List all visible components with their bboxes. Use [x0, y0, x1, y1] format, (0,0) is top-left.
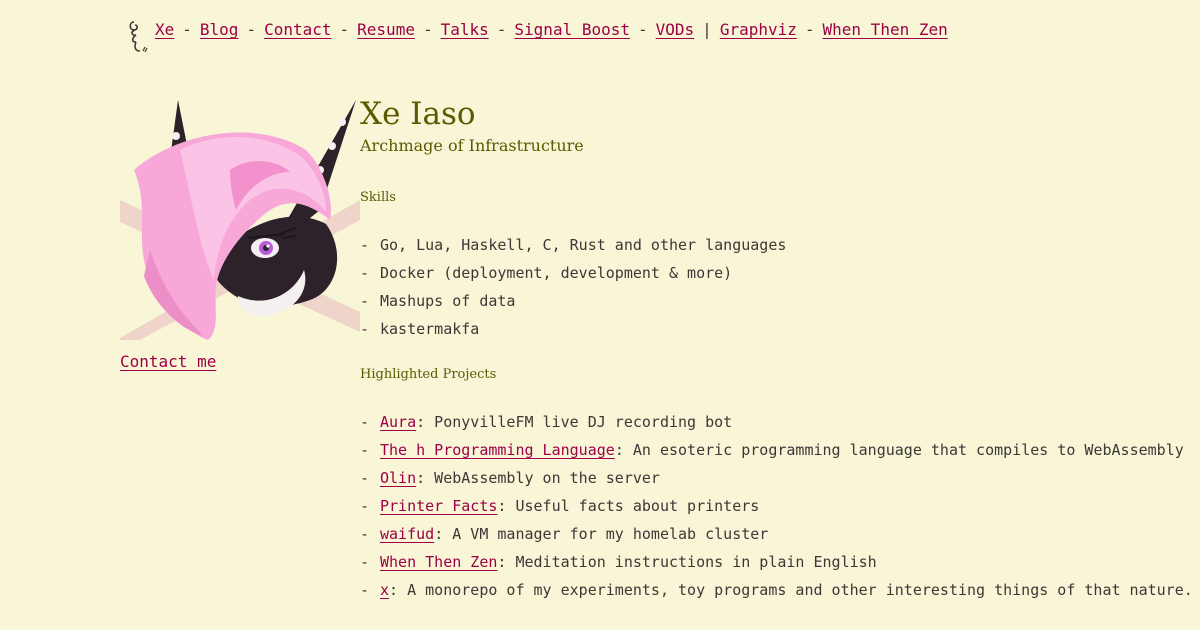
- nav-link-vods[interactable]: VODs: [656, 18, 695, 42]
- list-bullet: -: [360, 497, 370, 515]
- list-bullet: -: [360, 320, 370, 338]
- list-bullet: -: [360, 581, 370, 599]
- list-bullet: -: [360, 525, 370, 543]
- skills-list: - Go, Lua, Haskell, C, Rust and other lan…: [360, 231, 1160, 343]
- project-link-olin[interactable]: Olin: [380, 469, 416, 487]
- project-description: : WebAssembly on the server: [416, 469, 660, 487]
- project-description: : A monorepo of my experiments, toy prog…: [389, 581, 1193, 599]
- site-logo-icon[interactable]: [126, 18, 150, 56]
- list-bullet: -: [360, 292, 370, 310]
- list-item: - waifud: A VM manager for my homelab clu…: [360, 520, 1160, 548]
- nav-link-signal-boost[interactable]: Signal Boost: [514, 18, 630, 42]
- nav-separator: -: [182, 20, 192, 39]
- nav-link-blog[interactable]: Blog: [200, 18, 239, 42]
- project-link-printer-facts[interactable]: Printer Facts: [380, 497, 497, 515]
- list-bullet: -: [360, 413, 370, 431]
- project-link-x[interactable]: x: [380, 581, 389, 599]
- nav-separator: -: [246, 20, 257, 39]
- nav-separator: -: [638, 20, 648, 39]
- list-item: - Olin: WebAssembly on the server: [360, 464, 1160, 492]
- list-item: - The h Programming Language: An esoteric…: [360, 436, 1184, 464]
- contact-me-link[interactable]: Contact me: [120, 350, 216, 374]
- project-link-aura[interactable]: Aura: [380, 413, 416, 431]
- project-link-h-language[interactable]: The h Programming Language: [380, 441, 615, 459]
- list-item: - x: A monorepo of my experiments, toy pr…: [360, 576, 1193, 604]
- list-bullet: -: [360, 236, 370, 254]
- list-bullet: -: [360, 264, 370, 282]
- top-nav: Xe - Blog - Contact - Resume - Talks - S…: [126, 18, 948, 58]
- nav-divider: |: [702, 20, 712, 39]
- page-title: Xe Iaso: [360, 96, 476, 132]
- skill-text: Docker (deployment, development & more): [380, 264, 733, 282]
- nav-separator: -: [496, 20, 507, 39]
- nav-separator: -: [804, 20, 815, 39]
- list-bullet: -: [360, 553, 370, 571]
- project-description: : An esoteric programming language that …: [614, 441, 1184, 459]
- skill-text: Go, Lua, Haskell, C, Rust and other lang…: [380, 236, 787, 254]
- list-bullet: -: [360, 441, 370, 459]
- list-item: - Docker (deployment, development & more): [360, 259, 1160, 287]
- nav-separator: -: [422, 20, 433, 39]
- nav-link-when-then-zen[interactable]: When Then Zen: [823, 18, 948, 42]
- avatar: [120, 100, 360, 340]
- project-description: : Useful facts about printers: [497, 497, 760, 515]
- list-bullet: -: [360, 469, 370, 487]
- nav-separator: -: [339, 20, 350, 39]
- skill-text: kastermakfa: [380, 320, 480, 338]
- list-item: - When Then Zen: Meditation instructions …: [360, 548, 1160, 576]
- list-item: - Mashups of data: [360, 287, 1160, 315]
- nav-link-resume[interactable]: Resume: [357, 18, 415, 42]
- project-link-when-then-zen[interactable]: When Then Zen: [380, 553, 497, 571]
- skills-heading: Skills: [360, 190, 396, 205]
- project-link-waifud[interactable]: waifud: [380, 525, 434, 543]
- projects-heading: Highlighted Projects: [360, 367, 497, 382]
- nav-link-graphviz[interactable]: Graphviz: [720, 18, 797, 42]
- list-item: - kastermakfa: [360, 315, 1160, 343]
- nav-link-contact[interactable]: Contact: [264, 18, 331, 42]
- project-description: : A VM manager for my homelab cluster: [434, 525, 769, 543]
- nav-link-talks[interactable]: Talks: [441, 18, 489, 42]
- project-description: : PonyvilleFM live DJ recording bot: [416, 413, 733, 431]
- list-item: - Printer Facts: Useful facts about print…: [360, 492, 1160, 520]
- project-description: : Meditation instructions in plain Engli…: [497, 553, 877, 571]
- main-content: Xe Iaso Archmage of Infrastructure Skill…: [360, 94, 1193, 604]
- list-item: - Aura: PonyvilleFM live DJ recording bot: [360, 408, 1160, 436]
- skill-text: Mashups of data: [380, 292, 516, 310]
- page-subtitle: Archmage of Infrastructure: [360, 136, 584, 155]
- projects-list: - Aura: PonyvilleFM live DJ recording bot…: [360, 408, 1193, 604]
- nav-link-xe[interactable]: Xe: [155, 18, 174, 42]
- list-item: - Go, Lua, Haskell, C, Rust and other lan…: [360, 231, 1160, 259]
